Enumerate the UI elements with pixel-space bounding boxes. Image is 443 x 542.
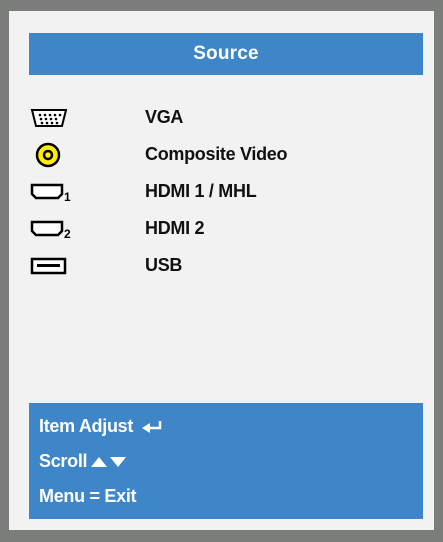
vga-icon: [29, 105, 73, 131]
enter-arrow-icon: [141, 420, 163, 434]
menu-exit-label: Menu = Exit: [39, 486, 137, 506]
source-label-usb: USB: [145, 255, 183, 275]
source-menu-panel: Source VGA Composite Video 1 HDMI 1 / MH…: [9, 11, 434, 530]
composite-video-icon: [29, 142, 73, 168]
scroll-label: Scroll: [39, 451, 88, 471]
source-label-hdmi-2: HDMI 2: [145, 218, 205, 238]
help-footer: Item Adjust Scroll Menu = Exit: [29, 403, 423, 519]
down-arrow-icon: [109, 456, 127, 468]
source-list: VGA Composite Video 1 HDMI 1 / MHL 2 HDM…: [29, 99, 423, 284]
item-adjust-label: Item Adjust: [39, 416, 134, 436]
hdmi-1-icon: 1: [29, 179, 73, 205]
osd-frame: Source VGA Composite Video 1 HDMI 1 / MH…: [0, 0, 443, 542]
usb-icon: [29, 253, 73, 279]
hdmi-1-digit: 1: [64, 190, 71, 204]
source-label-vga: VGA: [145, 107, 184, 127]
source-label-hdmi-1: HDMI 1 / MHL: [145, 181, 257, 201]
source-item-vga[interactable]: VGA: [29, 99, 423, 136]
footer-scroll: Scroll: [29, 444, 423, 479]
source-item-hdmi-1[interactable]: 1 HDMI 1 / MHL: [29, 173, 423, 210]
hdmi-2-digit: 2: [64, 227, 71, 241]
up-arrow-icon: [90, 456, 108, 468]
source-item-hdmi-2[interactable]: 2 HDMI 2: [29, 210, 423, 247]
source-label-composite-video: Composite Video: [145, 144, 288, 164]
hdmi-2-icon: 2: [29, 216, 73, 242]
source-item-usb[interactable]: USB: [29, 247, 423, 284]
footer-item-adjust: Item Adjust: [29, 409, 423, 444]
footer-menu-exit: Menu = Exit: [29, 479, 423, 514]
menu-title-bar: Source: [29, 33, 423, 75]
source-item-composite-video[interactable]: Composite Video: [29, 136, 423, 173]
menu-title: Source: [193, 43, 259, 64]
